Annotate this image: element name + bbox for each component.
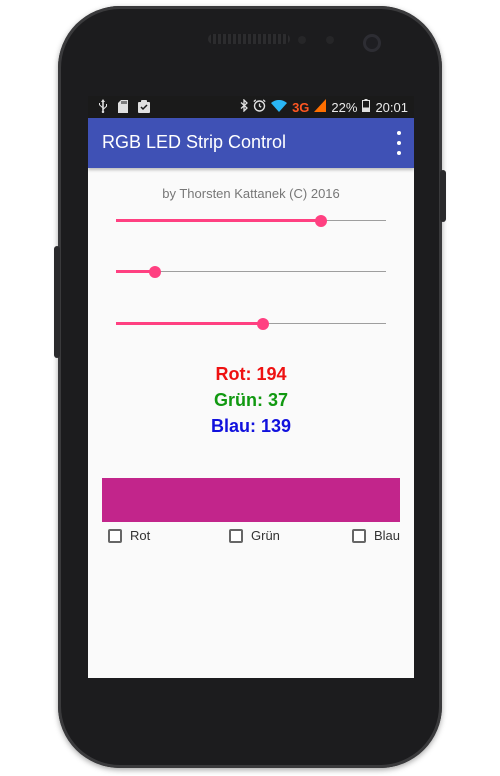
slider-fill	[116, 322, 264, 325]
alarm-icon	[253, 99, 266, 115]
red-value: Rot: 194	[215, 364, 287, 384]
color-preview	[102, 478, 400, 522]
slider-thumb[interactable]	[149, 266, 162, 278]
red-slider[interactable]	[116, 211, 386, 231]
bluetooth-icon	[240, 98, 249, 115]
signal-icon	[314, 99, 327, 115]
checkbox-box[interactable]	[108, 528, 122, 543]
blue-checkbox[interactable]: Blau	[352, 528, 400, 543]
status-bar: 3G 22% 20:01	[88, 96, 414, 118]
clock: 20:01	[375, 99, 408, 115]
earpiece-speaker	[208, 34, 290, 44]
blue-value: Blau: 139	[210, 416, 292, 436]
overflow-dot	[397, 131, 401, 135]
screen: 3G 22% 20:01 RGB LED Strip Control by Th…	[88, 96, 414, 678]
checkbox-box[interactable]	[352, 528, 366, 543]
slider-thumb[interactable]	[315, 215, 328, 227]
clipboard-icon	[138, 99, 150, 116]
green-value: Grün: 37	[213, 390, 288, 410]
app-bar: RGB LED Strip Control	[88, 118, 414, 168]
slider-thumb[interactable]	[257, 318, 270, 330]
front-sensor	[298, 36, 306, 44]
sd-card-icon	[118, 99, 128, 116]
power-button	[440, 170, 446, 222]
usb-icon	[98, 99, 108, 116]
app-title: RGB LED Strip Control	[102, 132, 287, 152]
battery-icon	[362, 99, 371, 115]
red-checkbox[interactable]: Rot	[108, 528, 150, 543]
overflow-menu-button[interactable]	[394, 131, 404, 155]
blue-slider[interactable]	[116, 314, 386, 334]
proximity-sensor	[326, 36, 334, 44]
byline: by Thorsten Kattanek (C) 2016	[162, 186, 340, 201]
network-type: 3G	[292, 99, 310, 115]
wifi-icon	[271, 99, 288, 115]
checkbox-label: Rot	[130, 528, 151, 543]
battery-percent: 22%	[331, 99, 358, 115]
green-slider[interactable]	[116, 262, 386, 282]
overflow-dot	[397, 141, 401, 145]
checkbox-box[interactable]	[229, 528, 243, 543]
green-checkbox[interactable]: Grün	[229, 528, 280, 543]
slider-fill	[116, 219, 322, 222]
checkbox-label: Grün	[251, 528, 280, 543]
checkbox-row: Rot Grün Blau	[102, 528, 402, 550]
checkbox-label: Blau	[374, 528, 401, 543]
front-camera	[363, 34, 381, 52]
volume-button	[54, 246, 60, 358]
overflow-dot	[397, 151, 401, 155]
